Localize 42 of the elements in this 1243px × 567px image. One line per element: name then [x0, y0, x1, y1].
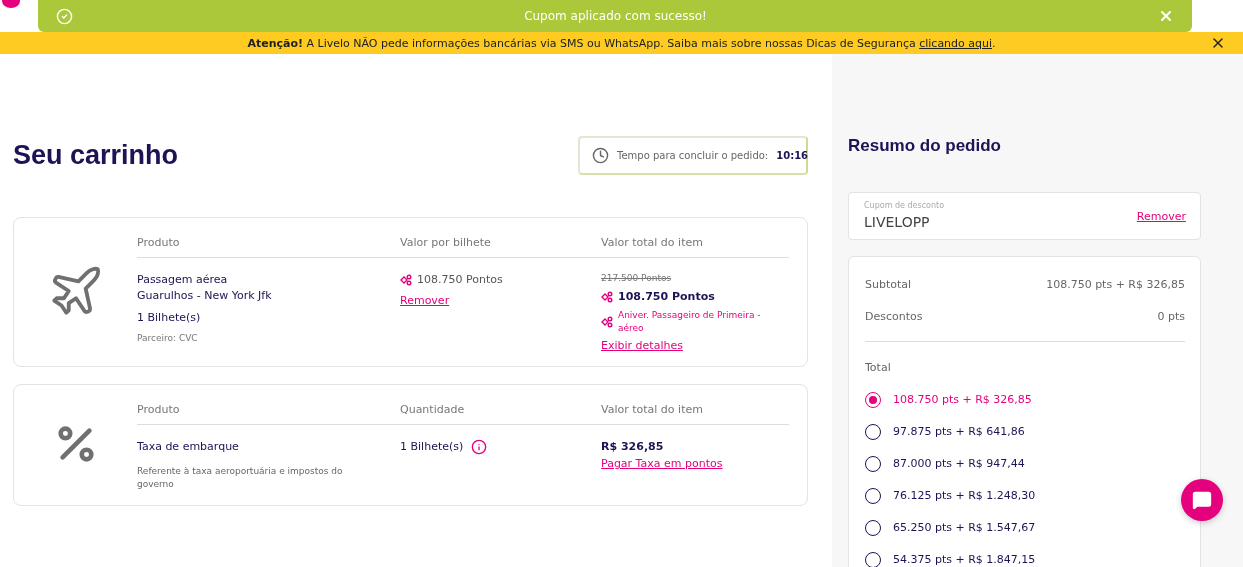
coupon-field[interactable]: Cupom de desconto LIVELOPP Remover	[848, 192, 1201, 240]
promo-text: Aniver. Passageiro de Primeira - aéreo	[618, 309, 762, 336]
coupon-value: LIVELOPP	[864, 212, 931, 232]
partner-text: Parceiro: CVC	[137, 331, 198, 345]
timer-label: Tempo para concluir o pedido:	[617, 150, 769, 161]
payment-option[interactable]: 97.875 pts + R$ 641,86	[865, 415, 1185, 448]
payment-option[interactable]: 108.750 pts + R$ 326,85	[865, 383, 1185, 416]
column-header: Produto	[137, 236, 180, 249]
summary-value: 108.750 pts + R$ 326,85	[1046, 277, 1185, 293]
payment-option[interactable]: 54.375 pts + R$ 1.847,15	[865, 543, 1185, 567]
column-header: Valor total do item	[601, 236, 703, 249]
item-total: R$ 326,85	[601, 439, 664, 455]
product-description: Referente à taxa aeroportuária e impostos do governo	[137, 465, 344, 492]
remove-coupon-link[interactable]: Remover	[1136, 209, 1186, 223]
payment-option[interactable]: 65.250 pts + R$ 1.547,67	[865, 511, 1185, 544]
payment-option[interactable]: 76.125 pts + R$ 1.248,30	[865, 479, 1185, 512]
item-total: 108.750 Pontos	[618, 289, 715, 305]
summary-value: 0 pts	[1157, 309, 1185, 325]
column-header: Produto	[137, 403, 180, 417]
column-header: Valor por bilhete	[400, 236, 491, 249]
product-name: Passagem aérea Guarulhos - New York Jfk	[137, 272, 272, 304]
summary-label: Descontos	[865, 309, 923, 325]
payment-option[interactable]: 87.000 pts + R$ 947,44	[865, 447, 1185, 480]
summary-title: Resumo do pedido	[848, 136, 1002, 156]
quantity-text: 1 Bilhete(s)	[400, 439, 464, 456]
warning-link[interactable]: clicando aqui	[919, 36, 993, 50]
warning-text: Atenção! A Livelo NÃO pede informações bancárias via SMS ou WhatsApp. Saiba mais sobre nossas Dicas de Segurança clicando aqui.	[247, 36, 996, 50]
unit-price: 108.750 Pontos	[417, 272, 503, 288]
ticket-count: 1 Bilhete(s)	[137, 309, 201, 326]
column-header: Quantidade	[400, 403, 465, 417]
summary-label: Subtotal	[865, 277, 912, 293]
column-header: Valor total do item	[601, 403, 703, 417]
page-title: Seu carrinho	[13, 140, 179, 171]
toast-message: Cupom aplicado com sucesso!	[523, 9, 708, 23]
coupon-label: Cupom de desconto	[864, 200, 946, 212]
product-name: Taxa de embarque	[137, 439, 239, 455]
details-link[interactable]: Exibir detalhes	[601, 339, 683, 353]
old-total: 217.500 Pontos	[601, 272, 672, 285]
total-label: Total	[865, 361, 891, 374]
remove-link[interactable]: Remover	[400, 293, 450, 307]
timer-value: 10:16	[776, 150, 809, 161]
pay-with-points-link[interactable]: Pagar Taxa em pontos	[601, 457, 723, 470]
